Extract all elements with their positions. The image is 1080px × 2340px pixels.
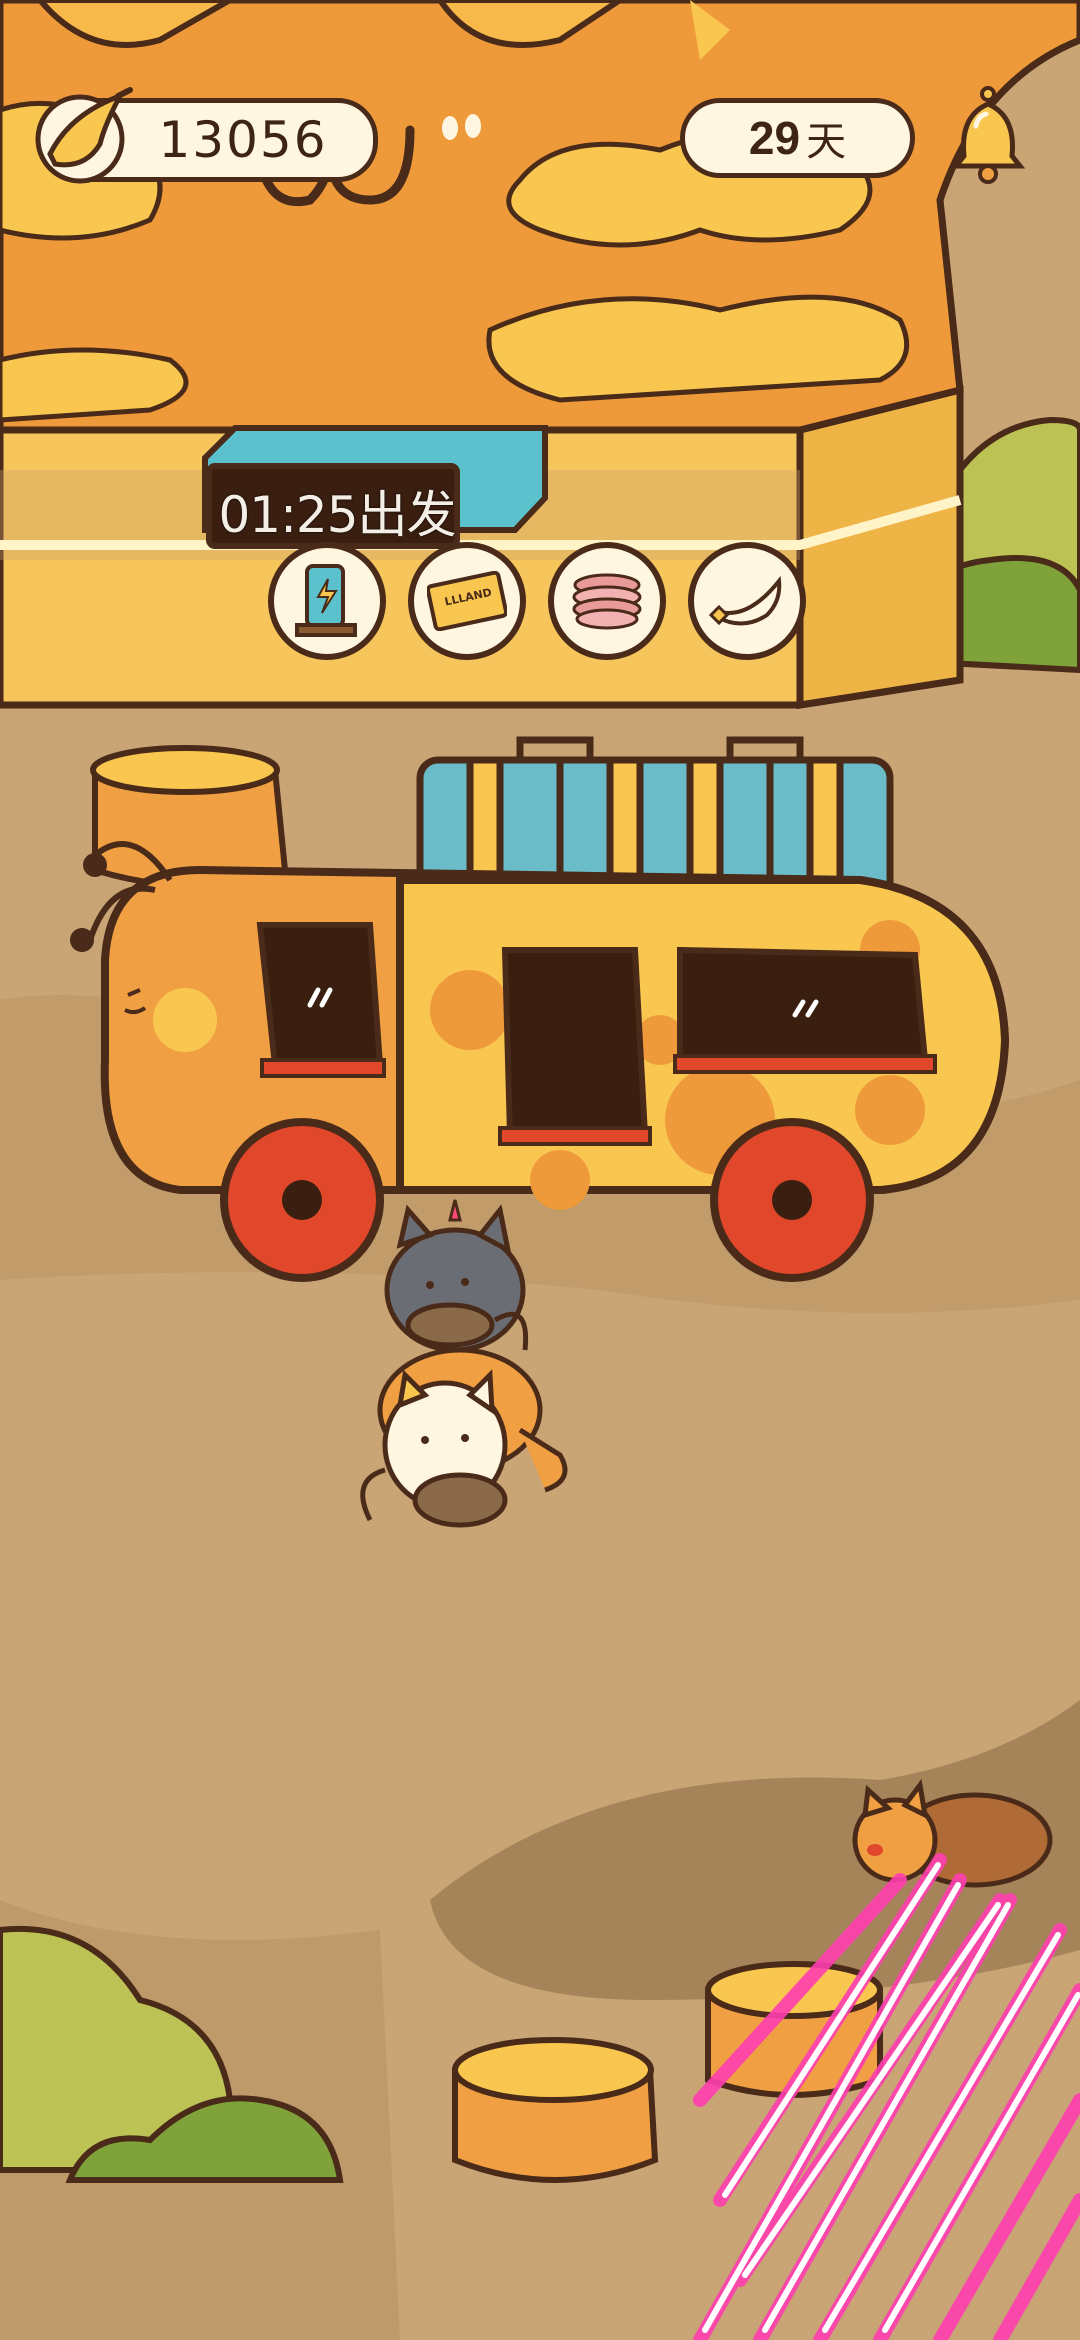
charging-station-icon (295, 564, 357, 637)
macaron-button[interactable] (548, 542, 666, 660)
charging-station-button[interactable] (268, 542, 386, 660)
coin-count: 13056 (158, 111, 328, 169)
banana-icon (35, 87, 133, 184)
ticket-button[interactable]: LLLAND (408, 542, 526, 660)
days-value: 29 (748, 112, 801, 164)
days-counter: 29 天 (680, 98, 915, 178)
horn-icon (708, 575, 782, 626)
background-art (0, 0, 1080, 2340)
ticket-icon: LLLAND (427, 571, 507, 631)
horn-button[interactable] (688, 542, 806, 660)
departure-countdown: 01:25出发 (218, 486, 456, 544)
macaron-icon (572, 573, 642, 630)
bell-icon[interactable] (946, 86, 1030, 186)
days-unit: 天 (806, 119, 847, 165)
game-scene (0, 0, 1080, 2340)
